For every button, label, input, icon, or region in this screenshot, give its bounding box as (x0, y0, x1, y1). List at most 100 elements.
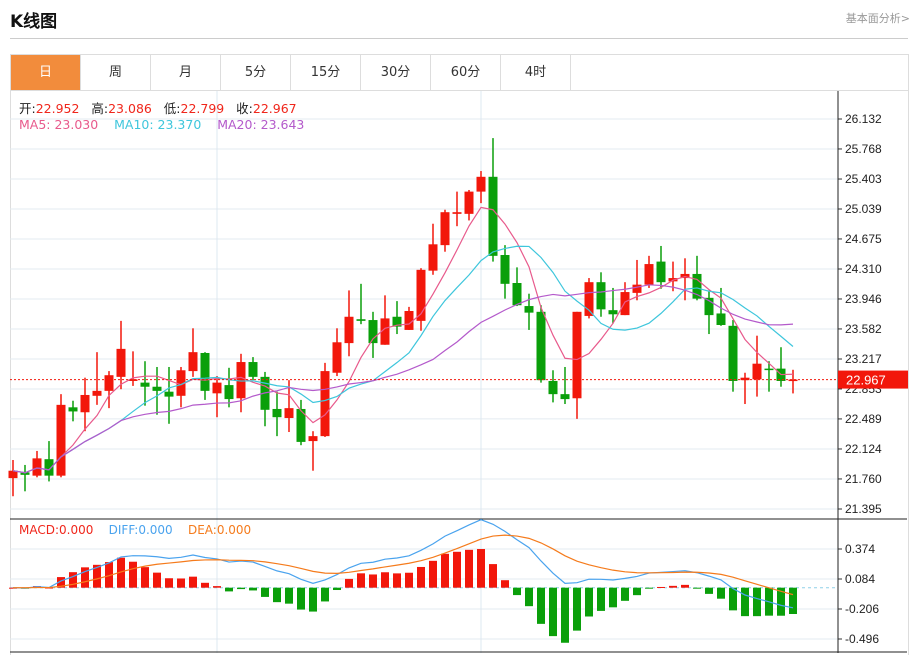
macd-bar (369, 574, 377, 588)
candle-body (56, 404, 66, 476)
ohlc-readout: 开:22.952 高:23.086 低:22.799 收:22.967 (19, 98, 297, 117)
candle (188, 328, 198, 377)
candle-body (200, 352, 210, 391)
open-value: 22.952 (35, 101, 80, 116)
low-label: 低: (163, 101, 181, 116)
candle-body (476, 176, 486, 192)
macd-value: MACD:0.000 (19, 523, 94, 537)
price-tick-label: 24.675 (845, 232, 882, 246)
macd-bar (417, 566, 425, 588)
candle (152, 366, 162, 415)
candle (380, 295, 390, 345)
candle (740, 372, 750, 405)
candle (488, 138, 498, 262)
macd-bar (621, 587, 629, 601)
high-value: 23.086 (108, 101, 152, 116)
candle (236, 353, 246, 413)
close-label: 收: (236, 101, 253, 116)
macd-tick-label: 0.084 (845, 572, 875, 586)
macd-bar (549, 587, 557, 637)
macd-bar (165, 578, 173, 588)
high-label: 高: (91, 101, 109, 116)
candle-body (764, 368, 774, 371)
candle-body (68, 407, 78, 412)
candle-body (620, 292, 630, 316)
candle (344, 290, 354, 357)
price-tick-label: 25.768 (845, 142, 882, 156)
candle-body (548, 380, 558, 395)
candle-body (440, 212, 450, 246)
price-tick-label: 22.489 (845, 412, 882, 426)
ma5-value: MA5: 23.030 (19, 117, 99, 132)
macd-bar (261, 587, 269, 597)
candle-body (332, 342, 342, 373)
candle (116, 320, 126, 390)
candle (368, 311, 378, 358)
ma-readout: MA5: 23.030 MA10: 23.370 MA20: 23.643 (19, 117, 304, 132)
candle (308, 431, 318, 471)
dea-value: DEA:0.000 (187, 523, 252, 537)
low-value: 22.799 (180, 101, 225, 116)
price-tick-label: 24.310 (845, 262, 882, 276)
candle (20, 464, 30, 492)
candle (176, 366, 186, 408)
candle-body (44, 459, 54, 476)
macd-readout: MACD:0.000 DIFF:0.000 DEA:0.000 (19, 523, 251, 537)
macd-bar (69, 572, 77, 588)
macd-bar (537, 587, 545, 624)
price-tick-label: 23.217 (845, 352, 882, 366)
macd-bar (249, 587, 257, 591)
candle-body (524, 306, 534, 313)
candle-body (152, 386, 162, 391)
candle (476, 171, 486, 204)
macd-bar (225, 587, 233, 592)
candle (224, 367, 234, 408)
macd-bar (189, 576, 197, 588)
macd-bar (645, 587, 653, 589)
candle (596, 272, 606, 317)
macd-bar (753, 587, 761, 617)
candle (128, 351, 138, 386)
candle-body (212, 382, 222, 394)
macd-bar (141, 567, 149, 588)
price-tick-label: 23.582 (845, 322, 882, 336)
candle (632, 259, 642, 301)
candle (644, 255, 654, 288)
candle-body (224, 385, 234, 400)
candle-body (80, 394, 90, 413)
ma20-value: MA20: 23.643 (217, 117, 305, 132)
candle-body (308, 436, 318, 442)
macd-bar (741, 587, 749, 617)
candle-body (344, 316, 354, 344)
macd-bar (717, 587, 725, 599)
macd-bar (693, 587, 701, 589)
macd-bar (681, 584, 689, 588)
candle (92, 352, 102, 405)
macd-bar (633, 587, 641, 596)
candle-body (248, 362, 258, 377)
macd-bar (501, 580, 509, 588)
macd-tick-label: -0.496 (845, 632, 879, 646)
macd-bar (585, 587, 593, 617)
diff-value: DIFF:0.000 (108, 523, 173, 537)
macd-bar (477, 549, 485, 588)
candle (572, 311, 582, 419)
macd-bar (333, 587, 341, 591)
macd-bar (453, 551, 461, 588)
candle-body (488, 176, 498, 256)
price-tick-label: 21.395 (845, 502, 882, 516)
candle-body (728, 325, 738, 381)
close-value: 22.967 (252, 101, 297, 116)
macd-bar (381, 572, 389, 588)
candle (716, 287, 726, 326)
candle-body (188, 352, 198, 372)
candle (704, 290, 714, 335)
candle-body (164, 391, 174, 397)
candle-body (428, 244, 438, 271)
macd-bar (489, 564, 497, 588)
candle (464, 189, 474, 221)
candle-body (92, 390, 102, 396)
candle (728, 320, 738, 392)
candle-body (536, 311, 546, 381)
candle-body (512, 283, 522, 306)
